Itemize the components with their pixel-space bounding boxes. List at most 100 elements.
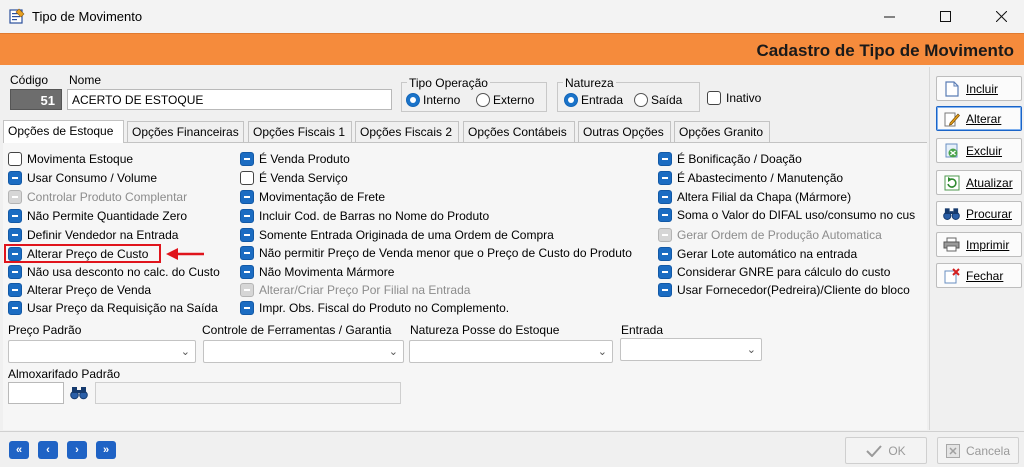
tab-opcoes-financeiras[interactable]: Opções Financeiras: [127, 121, 244, 142]
title-bar: Tipo de Movimento: [0, 0, 1024, 33]
chk-e-venda-servico[interactable]: É Venda Serviço: [240, 171, 348, 185]
chk-box: [658, 228, 672, 242]
window-title: Tipo de Movimento: [32, 9, 143, 24]
preco-padrao-select[interactable]: ⌄: [8, 340, 196, 363]
chk-label: É Venda Serviço: [259, 171, 348, 185]
chk-gerar-lote-automatico[interactable]: Gerar Lote automático na entrada: [658, 247, 857, 261]
refresh-icon: [943, 174, 960, 191]
chk-usar-consumo-volume[interactable]: Usar Consumo / Volume: [8, 171, 157, 185]
form-header: Cadastro de Tipo de Movimento: [0, 33, 1024, 65]
codigo-field[interactable]: 51: [10, 89, 62, 110]
chk-movimenta-estoque[interactable]: Movimenta Estoque: [8, 152, 133, 166]
inativo-checkbox[interactable]: Inativo: [707, 91, 761, 105]
almoxarifado-code-input[interactable]: [8, 382, 64, 404]
chk-movimentacao-frete[interactable]: Movimentação de Frete: [240, 190, 385, 204]
tab-opcoes-fiscais-2[interactable]: Opções Fiscais 2: [355, 121, 459, 142]
chk-incluir-cod-barras[interactable]: Incluir Cod. de Barras no Nome do Produt…: [240, 209, 489, 223]
chk-alterar-preco-venda[interactable]: Alterar Preço de Venda: [8, 283, 151, 297]
tab-opcoes-granito[interactable]: Opções Granito: [674, 121, 770, 142]
first-record-button[interactable]: «: [9, 441, 29, 459]
chk-box: [658, 190, 672, 204]
last-record-button[interactable]: »: [96, 441, 116, 459]
chk-label: É Bonificação / Doação: [677, 152, 802, 166]
procurar-button[interactable]: Procurar: [936, 201, 1022, 226]
close-button[interactable]: [978, 0, 1024, 33]
chk-box: [240, 265, 254, 279]
chk-considerar-gnre[interactable]: Considerar GNRE para cálculo do custo: [658, 265, 890, 279]
chk-box: [240, 228, 254, 242]
chk-usar-preco-requisicao-saida[interactable]: Usar Preço da Requisição na Saída: [8, 301, 218, 315]
incluir-button[interactable]: Incluir: [936, 76, 1022, 101]
natureza-posse-select[interactable]: ⌄: [409, 340, 613, 363]
chk-label: Soma o Valor do DIFAL uso/consumo no cus: [677, 208, 916, 222]
tab-opcoes-estoque[interactable]: Opções de Estoque: [3, 120, 124, 143]
chk-box: [240, 152, 254, 166]
tab-outras-opcoes[interactable]: Outras Opções: [578, 121, 671, 142]
procurar-label: Procurar: [966, 206, 1013, 221]
previous-record-button[interactable]: ‹: [38, 441, 58, 459]
radio-saida-label: Saída: [651, 93, 683, 107]
checkmark-icon: [866, 444, 883, 457]
tab-opcoes-contabeis[interactable]: Opções Contábeis: [463, 121, 575, 142]
red-arrow-icon: [166, 248, 204, 260]
chk-altera-filial-chapa[interactable]: Altera Filial da Chapa (Mármore): [658, 190, 851, 204]
fechar-label: Fechar: [966, 268, 1004, 283]
chk-nao-movimenta-marmore[interactable]: Não Movimenta Mármore: [240, 265, 394, 279]
chk-box: [658, 171, 672, 185]
nome-input[interactable]: ACERTO DE ESTOQUE: [67, 89, 392, 110]
chk-abastecimento-manutencao[interactable]: É Abastecimento / Manutenção: [658, 171, 843, 185]
next-record-button[interactable]: ›: [67, 441, 87, 459]
chk-impr-obs-fiscal[interactable]: Impr. Obs. Fiscal do Produto no Compleme…: [240, 301, 509, 315]
atualizar-button[interactable]: Atualizar: [936, 170, 1022, 195]
excluir-label: Excluir: [966, 143, 1003, 158]
chk-label: Movimentação de Frete: [259, 190, 386, 204]
chk-nao-usa-desconto-custo[interactable]: Não usa desconto no calc. do Custo: [8, 265, 220, 279]
maximize-button[interactable]: [922, 0, 968, 33]
chk-nao-permite-quantidade-zero[interactable]: Não Permite Quantidade Zero: [8, 209, 187, 223]
chk-box: [240, 301, 254, 315]
tipo-movimento-window: Tipo de Movimento Cadastro de Tipo de Mo…: [0, 0, 1024, 467]
radio-saida[interactable]: Saída: [634, 93, 682, 107]
ok-button[interactable]: OK: [845, 437, 927, 464]
cancela-button[interactable]: Cancela: [937, 437, 1019, 464]
close-icon: [995, 11, 1007, 22]
chk-label: Considerar GNRE para cálculo do custo: [677, 265, 891, 279]
controle-ferramentas-select[interactable]: ⌄: [203, 340, 404, 363]
radio-entrada[interactable]: Entrada: [564, 93, 623, 107]
chk-somente-entrada-ordem-compra[interactable]: Somente Entrada Originada de uma Ordem d…: [240, 228, 554, 242]
imprimir-label: Imprimir: [966, 237, 1010, 252]
excluir-button[interactable]: Excluir: [936, 138, 1022, 163]
minimize-button[interactable]: [866, 0, 912, 33]
imprimir-button[interactable]: Imprimir: [936, 232, 1022, 257]
chk-box: [658, 247, 672, 261]
controle-ferramentas-label: Controle de Ferramentas / Garantia: [202, 323, 392, 337]
chk-definir-vendedor-entrada[interactable]: Definir Vendedor na Entrada: [8, 228, 178, 242]
radio-entrada-label: Entrada: [581, 93, 624, 107]
chk-box: [658, 152, 672, 166]
binoculars-icon[interactable]: [70, 386, 88, 400]
chk-soma-valor-difal[interactable]: Soma o Valor do DIFAL uso/consumo no cus: [658, 208, 915, 222]
chk-bonificacao-doacao[interactable]: É Bonificação / Doação: [658, 152, 802, 166]
chk-usar-fornecedor-cliente-bloco[interactable]: Usar Fornecedor(Pedreira)/Cliente do blo…: [658, 283, 910, 297]
chk-box: [240, 171, 254, 185]
chk-label: Não Permite Quantidade Zero: [27, 209, 188, 223]
radio-saida-dot: [634, 93, 648, 107]
fechar-button[interactable]: Fechar: [936, 263, 1022, 288]
chk-label: Não Movimenta Mármore: [259, 265, 395, 279]
tab-opcoes-fiscais-1[interactable]: Opções Fiscais 1: [248, 121, 352, 142]
nome-label: Nome: [69, 73, 102, 87]
chk-box: [8, 190, 22, 204]
chk-box: [658, 208, 672, 222]
radio-externo[interactable]: Externo: [476, 93, 534, 107]
highlight-box: [4, 244, 161, 263]
chevron-down-icon: ⌄: [597, 346, 607, 358]
new-document-icon: [943, 80, 960, 97]
alterar-button[interactable]: Alterar: [936, 106, 1022, 131]
radio-interno[interactable]: Interno: [406, 93, 460, 107]
entrada-select[interactable]: ⌄: [620, 338, 762, 361]
chk-nao-permitir-preco-venda-menor[interactable]: Não permitir Preço de Venda menor que o …: [240, 246, 632, 260]
chk-e-venda-produto[interactable]: É Venda Produto: [240, 152, 350, 166]
chk-box: [8, 209, 22, 223]
preco-padrao-label: Preço Padrão: [8, 323, 82, 337]
atualizar-label: Atualizar: [966, 175, 1013, 190]
